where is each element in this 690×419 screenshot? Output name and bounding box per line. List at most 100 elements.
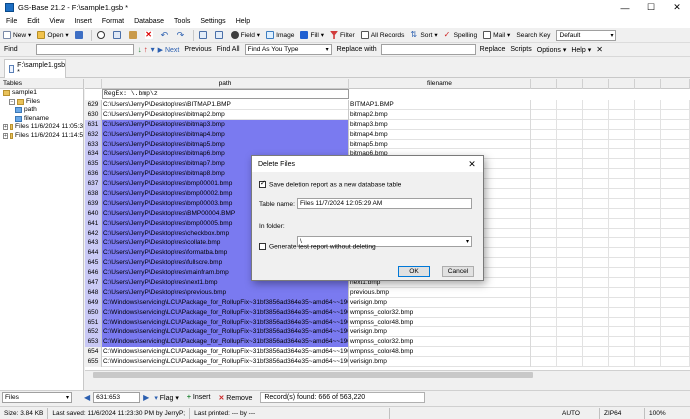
tree-item-table[interactable]: + Files 11/6/2024 11:05:3 <box>0 123 83 132</box>
tree-item-db[interactable]: sample1 <box>0 89 83 98</box>
menu-help[interactable]: Help <box>236 18 250 25</box>
cell-empty[interactable] <box>557 347 583 358</box>
mail-button[interactable]: Mail ▾ <box>483 31 510 39</box>
cell-empty[interactable] <box>531 218 557 229</box>
cell-path[interactable]: C:\Users\JerryP\Desktop\res\bitmap5.bmp <box>102 139 349 150</box>
cell-filename[interactable]: previous.bmp <box>349 287 531 298</box>
cell-filename[interactable]: BITMAP1.BMP <box>349 100 531 110</box>
cell-empty[interactable] <box>557 129 583 140</box>
cell-path[interactable]: C:\Windows\servicing\LCU\Package_for_Rol… <box>102 307 349 318</box>
cell-empty[interactable] <box>531 347 557 358</box>
find-mode-dropdown[interactable]: Find As You Type <box>244 44 332 55</box>
cell-empty[interactable] <box>609 149 635 160</box>
row-number[interactable]: 634 <box>85 149 102 160</box>
copy-button[interactable] <box>112 31 123 39</box>
cell-empty[interactable] <box>609 189 635 199</box>
row-number[interactable]: 651 <box>85 317 102 328</box>
cell-empty[interactable] <box>557 189 583 199</box>
cell-empty[interactable] <box>583 228 609 239</box>
table-row[interactable]: 651 C:\Windows\servicing\LCU\Package_for_… <box>85 317 690 328</box>
row-number[interactable]: 635 <box>85 159 102 170</box>
column-header-empty[interactable] <box>557 79 583 89</box>
cell-empty[interactable] <box>531 268 557 279</box>
table-row[interactable]: 648 C:\Users\JerryP\Desktop\res\previous.… <box>85 287 690 298</box>
flag-button[interactable]: ▾ Flag ▾ <box>154 394 179 402</box>
cell-empty[interactable] <box>531 317 557 328</box>
cell-empty[interactable] <box>557 238 583 249</box>
cell-empty[interactable] <box>609 169 635 180</box>
cell-empty[interactable] <box>583 109 609 120</box>
undo-button[interactable]: ↶ <box>161 31 171 40</box>
redo-button[interactable]: ↷ <box>177 31 187 40</box>
cancel-button[interactable]: Cancel <box>442 266 474 277</box>
cell-filename[interactable]: wmpnss_color48.bmp <box>349 317 531 328</box>
save-report-checkbox[interactable] <box>259 179 266 188</box>
cell-empty[interactable] <box>609 218 635 229</box>
cell-empty[interactable] <box>583 248 609 259</box>
cell-empty[interactable] <box>583 317 609 328</box>
cell-empty[interactable] <box>635 179 661 190</box>
cell-empty[interactable] <box>635 287 661 298</box>
cell-path[interactable]: C:\Users\JerryP\Desktop\res\bitmap4.bmp <box>102 129 349 140</box>
cell-empty[interactable] <box>583 100 609 110</box>
cell-empty[interactable] <box>531 208 557 219</box>
table-row[interactable]: 632 C:\Users\JerryP\Desktop\res\bitmap4.b… <box>85 129 690 140</box>
cell-empty[interactable] <box>661 129 690 140</box>
cell-empty[interactable] <box>609 238 635 249</box>
cell-empty[interactable] <box>661 169 690 180</box>
all-records-button[interactable]: All Records <box>360 31 404 39</box>
cell-path[interactable]: C:\Users\JerryP\Desktop\res\bitmap3.bmp <box>102 119 349 130</box>
cell-empty[interactable] <box>531 228 557 239</box>
cell-empty[interactable] <box>661 208 690 219</box>
tree-item-field[interactable]: path <box>0 106 83 115</box>
cell-filename[interactable]: wmpnss_color32.bmp <box>349 307 531 318</box>
cell-empty[interactable] <box>531 337 557 348</box>
table-row[interactable]: 653 C:\Windows\servicing\LCU\Package_for_… <box>85 337 690 348</box>
ok-button[interactable]: OK <box>398 266 430 277</box>
cell-empty[interactable] <box>635 248 661 259</box>
column-header-empty[interactable] <box>609 79 635 89</box>
cell-filename[interactable]: wmpnss_color32.bmp <box>349 337 531 348</box>
row-number[interactable]: 638 <box>85 189 102 199</box>
delete-button[interactable]: ✕ <box>144 31 155 39</box>
cell-empty[interactable] <box>583 347 609 358</box>
cell-path[interactable]: C:\Windows\servicing\LCU\Package_for_Rol… <box>102 297 349 308</box>
cell-path[interactable]: C:\Windows\servicing\LCU\Package_for_Rol… <box>102 347 349 358</box>
cell-empty[interactable] <box>557 169 583 180</box>
cell-empty[interactable] <box>583 337 609 348</box>
cell-empty[interactable] <box>661 189 690 199</box>
cell-empty[interactable] <box>557 149 583 160</box>
cell-empty[interactable] <box>661 238 690 249</box>
expand-icon[interactable]: + <box>3 132 8 139</box>
cell-empty[interactable] <box>531 169 557 180</box>
cell-empty[interactable] <box>635 169 661 180</box>
row-number[interactable]: 630 <box>85 109 102 120</box>
minimize-button[interactable]: — <box>612 0 638 15</box>
cell-empty[interactable] <box>635 357 661 368</box>
find-all-button[interactable]: Find All <box>217 46 240 53</box>
insert-record-button[interactable]: + Insert <box>187 394 211 401</box>
cell-empty[interactable] <box>661 149 690 160</box>
cell-empty[interactable] <box>557 278 583 288</box>
cell-path[interactable]: C:\Windows\servicing\LCU\Package_for_Rol… <box>102 327 349 338</box>
cell-empty[interactable] <box>531 149 557 160</box>
prev-record-icon[interactable]: ◀ <box>84 393 90 402</box>
help-button[interactable]: Help ▾ <box>571 46 591 54</box>
cell-empty[interactable] <box>531 179 557 190</box>
row-number[interactable]: 646 <box>85 268 102 279</box>
column-header-empty[interactable] <box>531 79 557 89</box>
cell-empty[interactable] <box>661 109 690 120</box>
cell-empty[interactable] <box>583 307 609 318</box>
table-row[interactable]: 631 C:\Users\JerryP\Desktop\res\bitmap3.b… <box>85 119 690 130</box>
cell-empty[interactable] <box>583 119 609 130</box>
cell-empty[interactable] <box>661 347 690 358</box>
cell-empty[interactable] <box>557 268 583 279</box>
new-button[interactable]: New ▾ <box>3 31 31 39</box>
cell-empty[interactable] <box>609 317 635 328</box>
cell-empty[interactable] <box>531 159 557 170</box>
cell-empty[interactable] <box>609 159 635 170</box>
cell-path[interactable]: C:\Windows\servicing\LCU\Package_for_Rol… <box>102 357 349 368</box>
spelling-button[interactable]: ✓ Spelling <box>444 31 477 39</box>
record-position-input[interactable]: 631:653 <box>93 392 141 403</box>
cell-empty[interactable] <box>531 198 557 209</box>
